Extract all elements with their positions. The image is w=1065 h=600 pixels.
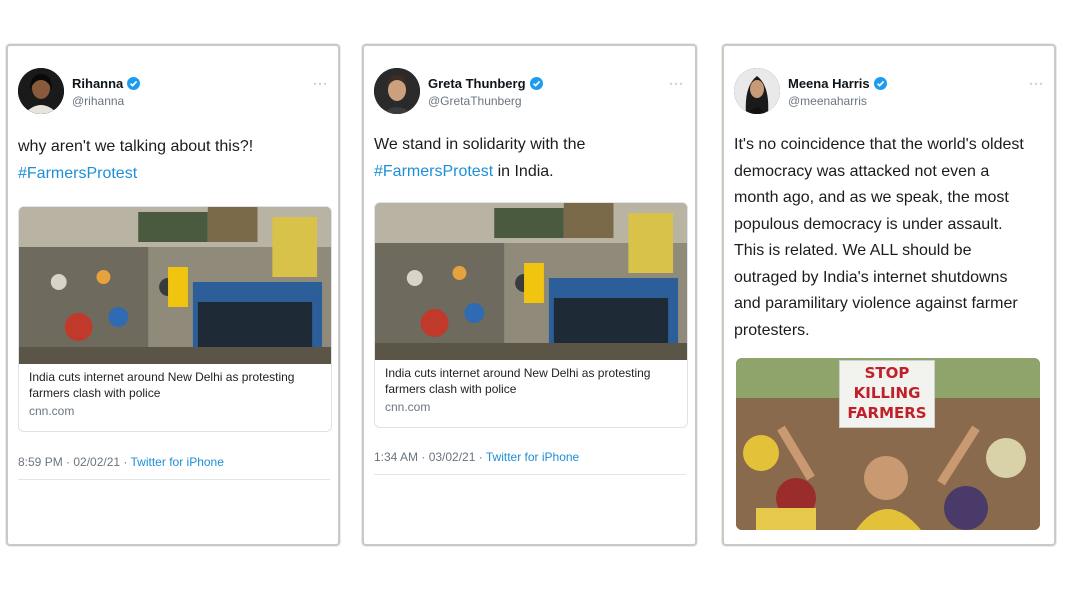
link-preview-domain: cnn.com (29, 404, 75, 418)
tweet-header: Rihanna @rihanna ··· (18, 68, 328, 116)
link-preview-image (19, 207, 331, 364)
hashtag-link[interactable]: #FarmersProtest (374, 163, 493, 180)
protest-photo[interactable]: STOP KILLING FARMERS (736, 358, 1040, 530)
divider (18, 479, 330, 480)
tweet-header: Meena Harris @meenaharris ··· (734, 68, 1044, 116)
tweet-text-body: why aren't we talking about this?! (18, 138, 254, 155)
display-name[interactable]: Greta Thunberg (428, 76, 543, 91)
divider (374, 474, 686, 475)
verified-badge-icon (529, 77, 543, 90)
link-preview-title: India cuts internet around New Delhi as … (29, 370, 295, 400)
hashtag-link[interactable]: #FarmersProtest (18, 161, 330, 188)
tweet-card-meena[interactable]: Meena Harris @meenaharris ··· It's no co… (722, 44, 1056, 546)
link-preview-card[interactable]: India cuts internet around New Delhi as … (374, 202, 688, 428)
tweet-card-rihanna[interactable]: Rihanna @rihanna ··· why aren't we talki… (6, 44, 340, 546)
tweet-header: Greta Thunberg @GretaThunberg ··· (374, 68, 684, 116)
protest-sign: STOP KILLING FARMERS (839, 360, 935, 428)
verified-badge-icon (127, 77, 141, 90)
user-handle[interactable]: @rihanna (72, 94, 124, 108)
sign-line-1: STOP (864, 364, 910, 382)
tweet-text-tail: in India. (493, 162, 554, 180)
display-name[interactable]: Rihanna (72, 76, 141, 91)
avatar[interactable] (374, 68, 420, 114)
sign-line-2: KILLING (853, 384, 921, 402)
display-name[interactable]: Meena Harris (788, 76, 887, 91)
tweet-source-link[interactable]: Twitter for iPhone (131, 455, 224, 469)
tweet-timestamp[interactable]: 8:59 PM · 02/02/21 · (18, 455, 131, 469)
tweet-text: why aren't we talking about this?! #Farm… (18, 134, 330, 187)
tweet-text-body: We stand in solidarity with the (374, 136, 586, 153)
more-options-icon[interactable]: ··· (669, 76, 684, 90)
user-handle[interactable]: @GretaThunberg (428, 94, 522, 108)
display-name-text: Greta Thunberg (428, 76, 526, 91)
tweet-card-greta[interactable]: Greta Thunberg @GretaThunberg ··· We sta… (362, 44, 697, 546)
tweet-meta: 8:59 PM · 02/02/21 · Twitter for iPhone (18, 455, 224, 469)
verified-badge-icon (873, 77, 887, 90)
sign-line-3: FARMERS (847, 404, 927, 422)
tweet-text: We stand in solidarity with the #Farmers… (374, 132, 686, 185)
more-options-icon[interactable]: ··· (313, 76, 328, 90)
tweet-text: It's no coincidence that the world's old… (734, 136, 1024, 339)
tweet-meta: 1:34 AM · 03/02/21 · Twitter for iPhone (374, 450, 579, 464)
tweet-timestamp[interactable]: 1:34 AM · 03/02/21 · (374, 450, 486, 464)
avatar[interactable] (734, 68, 780, 114)
avatar[interactable] (18, 68, 64, 114)
link-preview-title: India cuts internet around New Delhi as … (385, 366, 651, 396)
user-handle[interactable]: @meenaharris (788, 94, 867, 108)
link-preview-card[interactable]: India cuts internet around New Delhi as … (18, 206, 332, 432)
link-preview-image (375, 203, 687, 360)
display-name-text: Rihanna (72, 76, 124, 91)
more-options-icon[interactable]: ··· (1029, 76, 1044, 90)
link-preview-domain: cnn.com (385, 400, 431, 414)
tweet-source-link[interactable]: Twitter for iPhone (486, 450, 579, 464)
display-name-text: Meena Harris (788, 76, 870, 91)
